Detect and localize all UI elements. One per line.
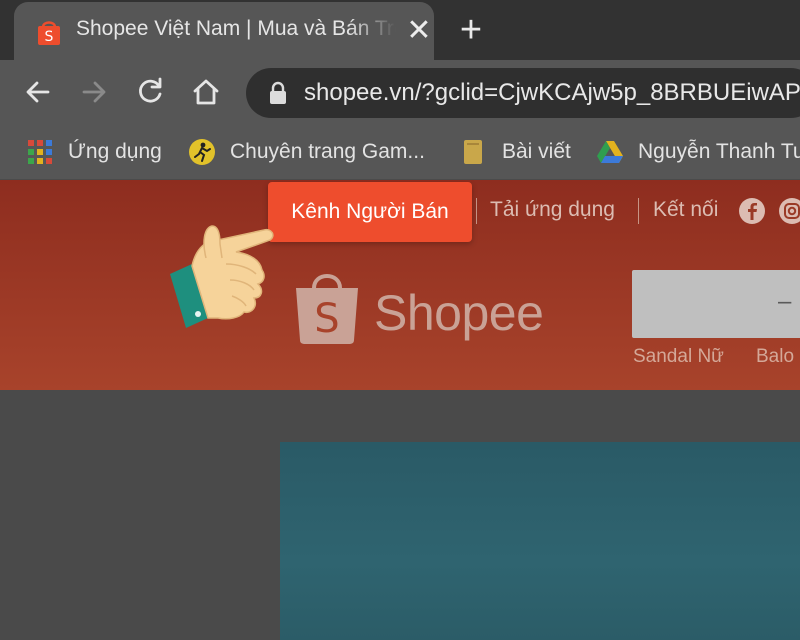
bookmark-label: Ứng dụng xyxy=(68,140,162,163)
back-arrow-icon xyxy=(26,81,50,103)
bookmark-label: Bài viết xyxy=(502,140,571,163)
logo-letter: S xyxy=(314,296,339,342)
search-suggestion-sandal[interactable]: Sandal Nữ xyxy=(633,346,724,368)
bookmark-drive[interactable]: Nguyễn Thanh Tu xyxy=(596,134,800,170)
bookmark-label: Chuyên trang Gam... xyxy=(230,140,425,163)
reload-icon xyxy=(139,77,162,103)
runner-icon xyxy=(189,139,215,165)
divider xyxy=(476,198,477,224)
search-placeholder: – xyxy=(778,288,792,315)
back-button[interactable] xyxy=(20,74,56,110)
shopee-logo-text[interactable]: Shopee xyxy=(374,284,544,342)
browser-tab-strip: S Shopee Việt Nam | Mua và Bán Trên Ứng … xyxy=(0,0,800,60)
home-button[interactable] xyxy=(188,74,224,110)
forward-arrow-icon xyxy=(82,81,106,103)
download-app-link[interactable]: Tải ứng dụng xyxy=(490,198,615,222)
svg-text:S: S xyxy=(45,29,54,45)
connect-label: Kết nối xyxy=(653,198,719,221)
forward-button[interactable] xyxy=(76,74,112,110)
bookmark-articles[interactable]: Bài viết xyxy=(460,134,571,170)
folder-icon xyxy=(464,140,482,164)
facebook-icon[interactable] xyxy=(738,197,766,225)
bookmark-game[interactable]: Chuyên trang Gam... xyxy=(188,134,425,170)
tab-close-icon[interactable]: ✕ xyxy=(406,16,432,46)
browser-tab-shopee[interactable]: S Shopee Việt Nam | Mua và Bán Trên Ứng … xyxy=(14,2,434,60)
shopee-bag-icon: S xyxy=(38,21,60,45)
home-icon xyxy=(193,79,219,105)
divider xyxy=(638,198,639,224)
new-tab-button[interactable]: + xyxy=(452,11,490,50)
seller-channel-button[interactable]: Kênh Người Bán xyxy=(268,182,472,242)
browser-toolbar: shopee.vn/?gclid=CjwKCAjw5p_8BRBUEiwAPp xyxy=(0,60,800,124)
bookmark-apps[interactable]: Ứng dụng xyxy=(26,134,162,170)
address-bar[interactable]: shopee.vn/?gclid=CjwKCAjw5p_8BRBUEiwAPp xyxy=(246,68,800,118)
apps-grid-icon xyxy=(28,140,52,164)
search-input[interactable]: – xyxy=(632,270,800,338)
shopee-logo-icon[interactable]: S xyxy=(292,266,362,346)
banner-image[interactable] xyxy=(280,442,800,640)
shopee-header: Tải ứng dụng Kết nối S Shopee – Sandal N… xyxy=(0,180,800,390)
pointing-hand-icon xyxy=(170,225,274,328)
search-suggestion-balo[interactable]: Balo xyxy=(756,346,794,368)
bookmarks-bar: Ứng dụng Chuyên trang Gam... Bài viết Ng… xyxy=(0,124,800,180)
drive-icon xyxy=(597,141,623,163)
url-text[interactable]: shopee.vn/?gclid=CjwKCAjw5p_8BRBUEiwAPp xyxy=(304,79,800,107)
reload-button[interactable] xyxy=(132,74,168,110)
tab-title: Shopee Việt Nam | Mua và Bán Trên Ứng Dụ… xyxy=(76,17,396,40)
bookmark-label: Nguyễn Thanh Tu xyxy=(638,140,800,163)
instagram-icon[interactable] xyxy=(778,197,800,225)
lock-icon[interactable] xyxy=(268,81,288,105)
